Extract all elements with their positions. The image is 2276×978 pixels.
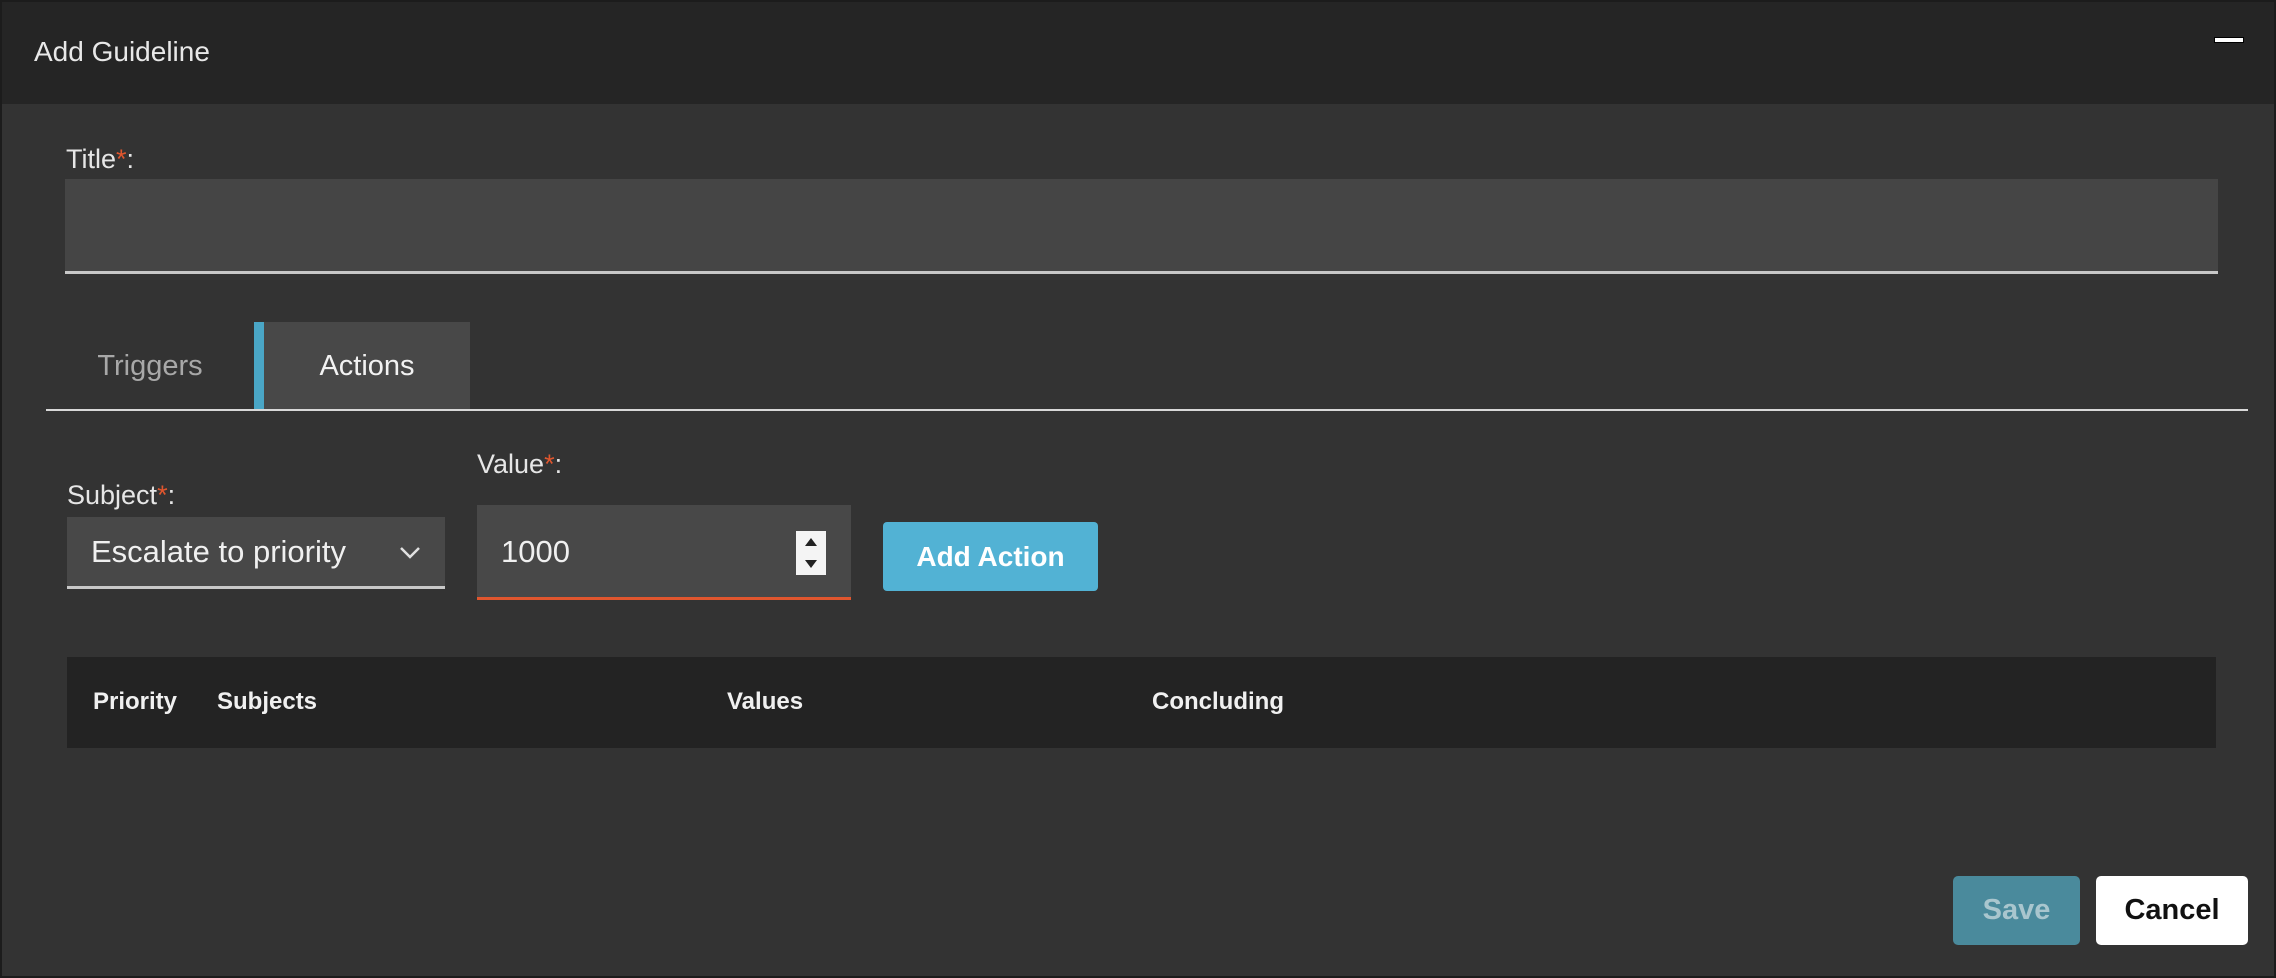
- column-header-priority[interactable]: Priority: [93, 688, 177, 716]
- add-action-button[interactable]: Add Action: [883, 522, 1098, 591]
- tab-actions[interactable]: Actions: [254, 322, 470, 410]
- label-colon: :: [554, 449, 563, 479]
- actions-table-header: Priority Subjects Values Concluding: [67, 657, 2216, 748]
- title-label-text: Title: [66, 144, 117, 174]
- column-header-concluding[interactable]: Concluding: [1152, 688, 1284, 716]
- title-input[interactable]: [65, 179, 2218, 274]
- add-guideline-dialog: Add Guideline Title*: Triggers Actions S…: [0, 0, 2276, 978]
- value-input[interactable]: [501, 527, 761, 577]
- stepper-up-button[interactable]: [796, 531, 826, 553]
- column-header-subjects[interactable]: Subjects: [217, 688, 317, 716]
- tab-triggers[interactable]: Triggers: [46, 322, 254, 410]
- label-colon: :: [126, 144, 135, 174]
- dialog-title: Add Guideline: [34, 36, 210, 67]
- required-mark: *: [157, 480, 168, 510]
- minimize-button[interactable]: [2212, 32, 2246, 48]
- title-label: Title*:: [66, 144, 134, 175]
- cancel-button[interactable]: Cancel: [2096, 876, 2248, 945]
- column-header-values[interactable]: Values: [727, 688, 803, 716]
- dialog-header: Add Guideline: [2, 2, 2274, 104]
- value-label: Value*:: [477, 449, 562, 480]
- value-label-text: Value: [477, 449, 545, 479]
- required-mark: *: [544, 449, 555, 479]
- stepper-down-button[interactable]: [796, 553, 826, 575]
- subject-select[interactable]: Escalate to priority: [67, 517, 445, 589]
- minimize-icon: [2214, 37, 2244, 43]
- subject-label: Subject*:: [67, 480, 175, 511]
- spinner-down-icon: [805, 560, 817, 568]
- subject-selected-value: Escalate to priority: [91, 533, 346, 569]
- value-stepper[interactable]: [796, 531, 826, 575]
- subject-label-text: Subject: [67, 480, 158, 510]
- value-field: [477, 505, 851, 600]
- label-colon: :: [167, 480, 176, 510]
- chevron-down-icon: [400, 547, 420, 559]
- save-button[interactable]: Save: [1953, 876, 2080, 945]
- required-mark: *: [116, 144, 127, 174]
- spinner-up-icon: [805, 538, 817, 546]
- tab-divider: [46, 409, 2248, 411]
